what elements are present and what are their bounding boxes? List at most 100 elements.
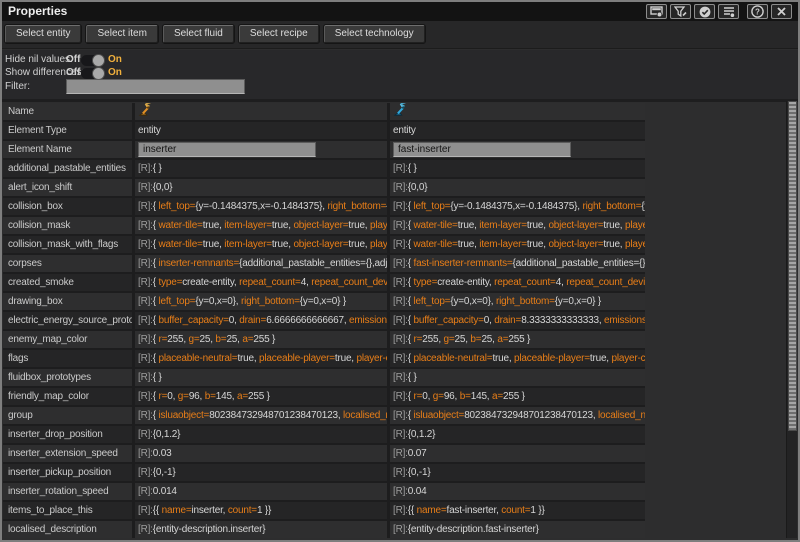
table-row: collision_mask [R]:{ water-tile=true, ite… [3, 217, 645, 234]
select-technology-button[interactable]: Select technology [324, 25, 425, 43]
property-value-b: [R]:{ water-tile=true, item-layer=true, … [390, 217, 645, 234]
property-value-a: [R]:{entity-description.inserter} [135, 521, 387, 538]
element-type-label: Element Type [3, 122, 132, 139]
select-entity-button[interactable]: Select entity [5, 25, 81, 43]
property-value-a: [R]:{0,0} [135, 179, 387, 196]
property-value-a: [R]:{ water-tile=true, item-layer=true, … [135, 236, 387, 253]
properties-window: Properties [0, 0, 800, 542]
property-value-a: [R]:{0,1.2} [135, 426, 387, 443]
property-value-b: [R]:{entity-description.fast-inserter} [390, 521, 645, 538]
element-name-input-b[interactable] [393, 142, 571, 157]
filter-input[interactable] [66, 79, 245, 94]
property-name: corpses [3, 255, 132, 272]
property-name: collision_mask [3, 217, 132, 234]
property-name: collision_mask_with_flags [3, 236, 132, 253]
table-row: localised_description[R]:{entity-descrip… [3, 521, 645, 538]
element-name-input-a[interactable] [138, 142, 316, 157]
property-value-b: [R]:{0,1.2} [390, 426, 645, 443]
property-name: alert_icon_shift [3, 179, 132, 196]
property-value-a: [R]:0.03 [135, 445, 387, 462]
scrollbar-thumb[interactable] [788, 101, 797, 431]
property-value-b: [R]:{ water-tile=true, item-layer=true, … [390, 236, 645, 253]
show-differences-off-label: Off [66, 67, 80, 79]
property-value-a: [R]:{ } [135, 160, 387, 177]
table-row: collision_mask_with_flags[R]:{ water-til… [3, 236, 645, 253]
property-value-a: [R]:{ r=255, g=25, b=25, a=255 } [135, 331, 387, 348]
confirm-button[interactable] [694, 4, 715, 19]
property-value-b: [R]:0.07 [390, 445, 645, 462]
hide-nil-toggle[interactable] [81, 55, 104, 66]
table-row: items_to_place_this[R]:{{ name=inserter,… [3, 502, 645, 519]
property-value-b: [R]:{ r=255, g=25, b=25, a=255 } [390, 331, 645, 348]
table-row: alert_icon_shift[R]:{0,0}[R]:{0,0} [3, 179, 645, 196]
element-type-value-a: entity [135, 122, 387, 139]
help-icon: ? [751, 5, 764, 18]
table-row: inserter_extension_speed[R]:0.03[R]:0.07 [3, 445, 645, 462]
property-name: drawing_box [3, 293, 132, 310]
property-value-b: [R]:{ } [390, 160, 645, 177]
properties-table: Name Element Type entity entity [3, 103, 645, 538]
property-value-a: [R]:{ inserter-remnants={additional_past… [135, 255, 387, 272]
property-value-b: [R]:{ placeable-neutral=true, placeable-… [390, 350, 645, 367]
toggle-knob [92, 54, 105, 67]
table-header-row-element-name: Element Name [3, 141, 645, 158]
list-settings-icon [723, 6, 735, 18]
table-row: additional_pastable_entities[R]:{ }[R]:{… [3, 160, 645, 177]
property-name: electric_energy_source_prototype [3, 312, 132, 329]
table-row: electric_energy_source_prototype[R]:{ bu… [3, 312, 645, 329]
titlebar[interactable]: Properties [2, 2, 798, 21]
property-name: inserter_drop_position [3, 426, 132, 443]
property-value-a: [R]:{ left_top={y=0,x=0}, right_bottom={… [135, 293, 387, 310]
hide-nil-on-label: On [108, 54, 122, 66]
element-name-label: Element Name [3, 141, 132, 158]
property-name: collision_box [3, 198, 132, 215]
property-name: group [3, 407, 132, 424]
property-value-b: [R]:{{ name=fast-inserter, count=1 }} [390, 502, 645, 519]
table-row: fluidbox_prototypes[R]:{ }[R]:{ } [3, 369, 645, 386]
table-header-row-name: Name [3, 103, 645, 120]
property-value-b: [R]:{ left_top={y=-0.1484375,x=-0.148437… [390, 198, 645, 215]
property-value-a: [R]:{ left_top={y=-0.1484375,x=-0.148437… [135, 198, 387, 215]
select-recipe-button[interactable]: Select recipe [239, 25, 319, 43]
property-name: items_to_place_this [3, 502, 132, 519]
property-value-b: [R]:0.04 [390, 483, 645, 500]
property-value-b: [R]:{0,-1} [390, 464, 645, 481]
property-value-a: [R]:{ buffer_capacity=0, drain=6.6666666… [135, 312, 387, 329]
filter-edit-button[interactable] [670, 4, 691, 19]
help-button[interactable]: ? [747, 4, 768, 19]
property-value-a: [R]:0.014 [135, 483, 387, 500]
table-row: flags[R]:{ placeable-neutral=true, place… [3, 350, 645, 367]
table-row: friendly_map_color[R]:{ r=0, g=96, b=145… [3, 388, 645, 405]
fast-inserter-icon [393, 103, 409, 120]
hide-nil-label: Hide nil values: [5, 54, 73, 66]
show-differences-on-label: On [108, 67, 122, 79]
window-title: Properties [8, 2, 67, 21]
property-name: enemy_map_color [3, 331, 132, 348]
filter-edit-icon [674, 6, 687, 18]
separator [2, 99, 798, 102]
table-row: inserter_rotation_speed[R]:0.014[R]:0.04 [3, 483, 645, 500]
property-name: created_smoke [3, 274, 132, 291]
table-row: group [R]:{ isluaobject=80238473294870123… [3, 407, 645, 424]
options-panel: Hide nil values: Off On Show differences… [2, 50, 798, 99]
select-item-button[interactable]: Select item [86, 25, 157, 43]
vertical-scrollbar[interactable] [786, 101, 797, 538]
property-name: localised_description [3, 521, 132, 538]
confirm-icon [699, 6, 711, 18]
panel-settings-button[interactable] [646, 4, 667, 19]
close-button[interactable] [771, 4, 792, 19]
property-value-a: [R]:{ type=create-entity, repeat_count=4… [135, 274, 387, 291]
show-differences-toggle[interactable] [81, 68, 104, 79]
list-settings-button[interactable] [718, 4, 739, 19]
property-value-a: [R]:{{ name=inserter, count=1 }} [135, 502, 387, 519]
property-value-a: [R]:{0,-1} [135, 464, 387, 481]
table-row: enemy_map_color[R]:{ r=255, g=25, b=25, … [3, 331, 645, 348]
inserter-icon [138, 103, 154, 120]
hide-nil-off-label: Off [66, 54, 80, 66]
property-name: additional_pastable_entities [3, 160, 132, 177]
select-fluid-button[interactable]: Select fluid [163, 25, 234, 43]
svg-text:?: ? [755, 7, 760, 16]
select-toolbar: Select entity Select item Select fluid S… [2, 21, 798, 49]
property-value-b: [R]:{ isluaobject=8023847329487012384701… [390, 407, 645, 424]
property-value-b: [R]:{ left_top={y=0,x=0}, right_bottom={… [390, 293, 645, 310]
